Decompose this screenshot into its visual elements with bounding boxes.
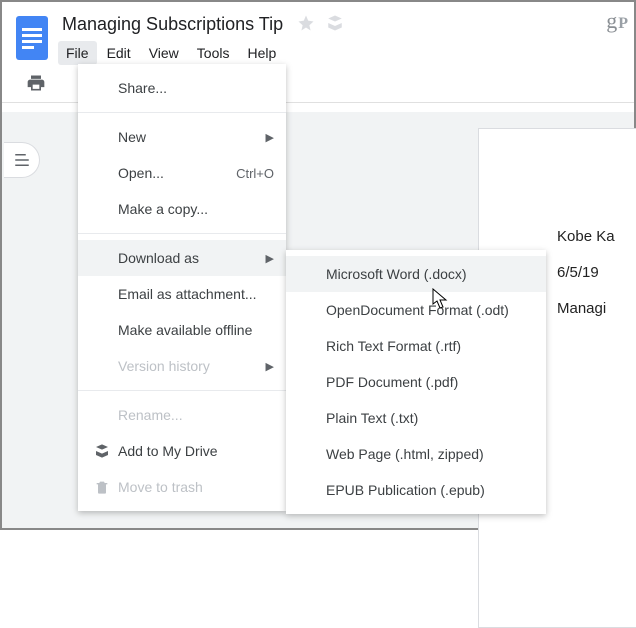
menubar: File Edit View Tools Help <box>58 39 626 67</box>
menu-open-label: Open... <box>114 165 236 181</box>
menu-new[interactable]: New ▶ <box>78 119 286 155</box>
document-title[interactable]: Managing Subscriptions Tip <box>58 12 287 37</box>
submenu-word[interactable]: Microsoft Word (.docx) <box>286 256 546 292</box>
menu-share-label: Share... <box>114 80 274 96</box>
menu-move-to-trash[interactable]: Move to trash <box>78 469 286 505</box>
menu-share[interactable]: Share... <box>78 70 286 106</box>
star-icon[interactable] <box>297 14 315 35</box>
menu-version-history-label: Version history <box>114 358 260 374</box>
chevron-right-icon: ▶ <box>260 252 274 265</box>
submenu-odt[interactable]: OpenDocument Format (.odt) <box>286 292 546 328</box>
menu-open-shortcut: Ctrl+O <box>236 166 274 181</box>
submenu-word-label: Microsoft Word (.docx) <box>322 266 534 282</box>
page-line: 6/5/19 <box>557 255 636 291</box>
menu-new-label: New <box>114 129 260 145</box>
submenu-pdf[interactable]: PDF Document (.pdf) <box>286 364 546 400</box>
menu-move-to-trash-label: Move to trash <box>114 479 274 495</box>
submenu-epub-label: EPUB Publication (.epub) <box>322 482 534 498</box>
page-line: Kobe Ka <box>557 219 636 255</box>
file-dropdown: Share... New ▶ Open... Ctrl+O Make a cop… <box>78 64 286 511</box>
menu-open[interactable]: Open... Ctrl+O <box>78 155 286 191</box>
submenu-txt-label: Plain Text (.txt) <box>322 410 534 426</box>
page-line: Managi <box>557 291 636 327</box>
menu-add-to-drive-label: Add to My Drive <box>114 443 274 459</box>
gp-badge: gP <box>606 8 628 34</box>
menu-add-to-drive[interactable]: Add to My Drive <box>78 433 286 469</box>
header: Managing Subscriptions Tip File Edit Vie… <box>2 2 634 67</box>
submenu-rtf[interactable]: Rich Text Format (.rtf) <box>286 328 546 364</box>
menu-email-attachment[interactable]: Email as attachment... <box>78 276 286 312</box>
menu-rename[interactable]: Rename... <box>78 397 286 433</box>
menu-make-copy-label: Make a copy... <box>114 201 274 217</box>
submenu-pdf-label: PDF Document (.pdf) <box>322 374 534 390</box>
menu-download-as[interactable]: Download as ▶ <box>78 240 286 276</box>
chevron-right-icon: ▶ <box>260 131 274 144</box>
drive-icon <box>90 443 114 459</box>
separator <box>78 390 286 391</box>
menu-email-attachment-label: Email as attachment... <box>114 286 274 302</box>
outline-tab[interactable] <box>4 142 40 178</box>
submenu-html[interactable]: Web Page (.html, zipped) <box>286 436 546 472</box>
menu-rename-label: Rename... <box>114 407 274 423</box>
submenu-rtf-label: Rich Text Format (.rtf) <box>322 338 534 354</box>
menu-help[interactable]: Help <box>239 41 284 65</box>
menu-view[interactable]: View <box>141 41 187 65</box>
move-icon[interactable] <box>325 14 345 35</box>
download-as-submenu: Microsoft Word (.docx) OpenDocument Form… <box>286 250 546 514</box>
menu-edit[interactable]: Edit <box>99 41 139 65</box>
separator <box>78 233 286 234</box>
trash-icon <box>90 479 114 495</box>
menu-file[interactable]: File <box>58 41 97 65</box>
submenu-epub[interactable]: EPUB Publication (.epub) <box>286 472 546 508</box>
menu-make-copy[interactable]: Make a copy... <box>78 191 286 227</box>
submenu-html-label: Web Page (.html, zipped) <box>322 446 534 462</box>
menu-version-history[interactable]: Version history ▶ <box>78 348 286 384</box>
docs-app-icon[interactable] <box>14 14 50 62</box>
submenu-odt-label: OpenDocument Format (.odt) <box>322 302 534 318</box>
print-icon[interactable] <box>26 73 46 96</box>
separator <box>78 112 286 113</box>
menu-make-offline-label: Make available offline <box>114 322 274 338</box>
submenu-txt[interactable]: Plain Text (.txt) <box>286 400 546 436</box>
chevron-right-icon: ▶ <box>260 360 274 373</box>
menu-make-offline[interactable]: Make available offline <box>78 312 286 348</box>
menu-download-as-label: Download as <box>114 250 260 266</box>
menu-tools[interactable]: Tools <box>189 41 238 65</box>
